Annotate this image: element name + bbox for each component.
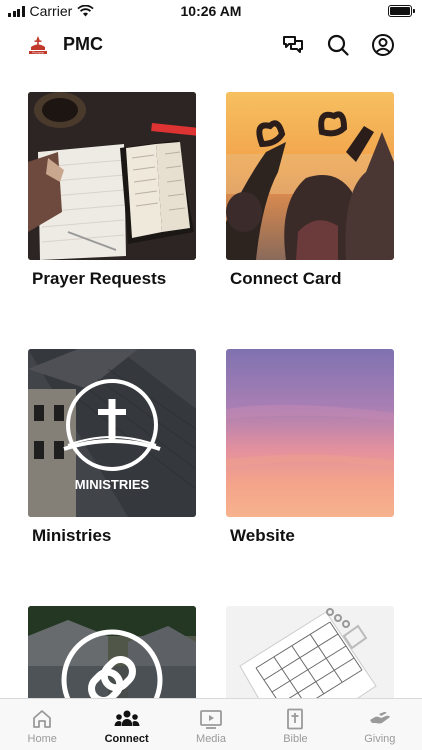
tab-label: Giving xyxy=(364,733,396,745)
card-calendar[interactable] xyxy=(226,606,394,698)
card-ministries[interactable]: MINISTRIES Ministries xyxy=(28,349,196,545)
status-time: 10:26 AM xyxy=(180,3,242,19)
tab-giving[interactable]: Giving xyxy=(338,699,422,750)
hands-heart-sunset-photo xyxy=(226,92,394,260)
tab-label: Bible xyxy=(283,733,308,745)
tab-home[interactable]: Home xyxy=(0,699,84,750)
tab-label: Home xyxy=(27,733,57,745)
ministries-overlay-text: MINISTRIES xyxy=(75,477,150,492)
app-header: Pomona PMC xyxy=(0,24,422,64)
purple-pink-sky-gradient xyxy=(226,349,394,517)
card-label: Connect Card xyxy=(230,269,342,288)
bible-cross-icon xyxy=(287,708,304,730)
tab-connect[interactable]: Connect xyxy=(84,699,168,750)
card-connect-card[interactable]: Connect Card xyxy=(226,92,394,288)
tab-label: Media xyxy=(196,733,226,745)
page-title: PMC xyxy=(63,34,103,54)
open-bible-journal-photo xyxy=(28,92,196,260)
tab-media[interactable]: Media xyxy=(169,699,253,750)
church-logo: Pomona xyxy=(29,36,47,55)
video-play-icon xyxy=(200,710,222,729)
battery-icon xyxy=(388,5,415,17)
home-icon xyxy=(33,710,52,728)
chat-icon xyxy=(283,36,303,53)
calendar-planner-photo xyxy=(226,606,394,698)
status-bar: Carrier 10:26 AM xyxy=(0,0,422,22)
church-roof-cross-photo: MINISTRIES xyxy=(28,349,196,517)
tab-label: Connect xyxy=(104,733,149,745)
card-website[interactable]: Website xyxy=(226,349,394,545)
card-label: Ministries xyxy=(32,526,112,545)
profile-icon xyxy=(372,34,394,56)
profile-button[interactable] xyxy=(370,32,396,58)
card-label: Prayer Requests xyxy=(32,269,167,288)
card-links[interactable] xyxy=(28,606,196,698)
tab-bar: Home Connect Media Bible Giving xyxy=(0,698,422,750)
card-prayer-requests[interactable]: Prayer Requests xyxy=(28,92,196,288)
card-label: Website xyxy=(230,526,295,545)
search-icon xyxy=(327,34,349,56)
connect-grid: Prayer Requests Connect Card MINISTRIES … xyxy=(0,92,422,698)
giving-hand-icon xyxy=(369,711,390,724)
chat-button[interactable] xyxy=(280,32,306,58)
search-button[interactable] xyxy=(325,32,351,58)
tab-bible[interactable]: Bible xyxy=(253,699,337,750)
people-group-icon xyxy=(114,710,140,726)
logo-text: Pomona xyxy=(32,51,44,55)
link-icon-houses-photo xyxy=(28,606,196,698)
